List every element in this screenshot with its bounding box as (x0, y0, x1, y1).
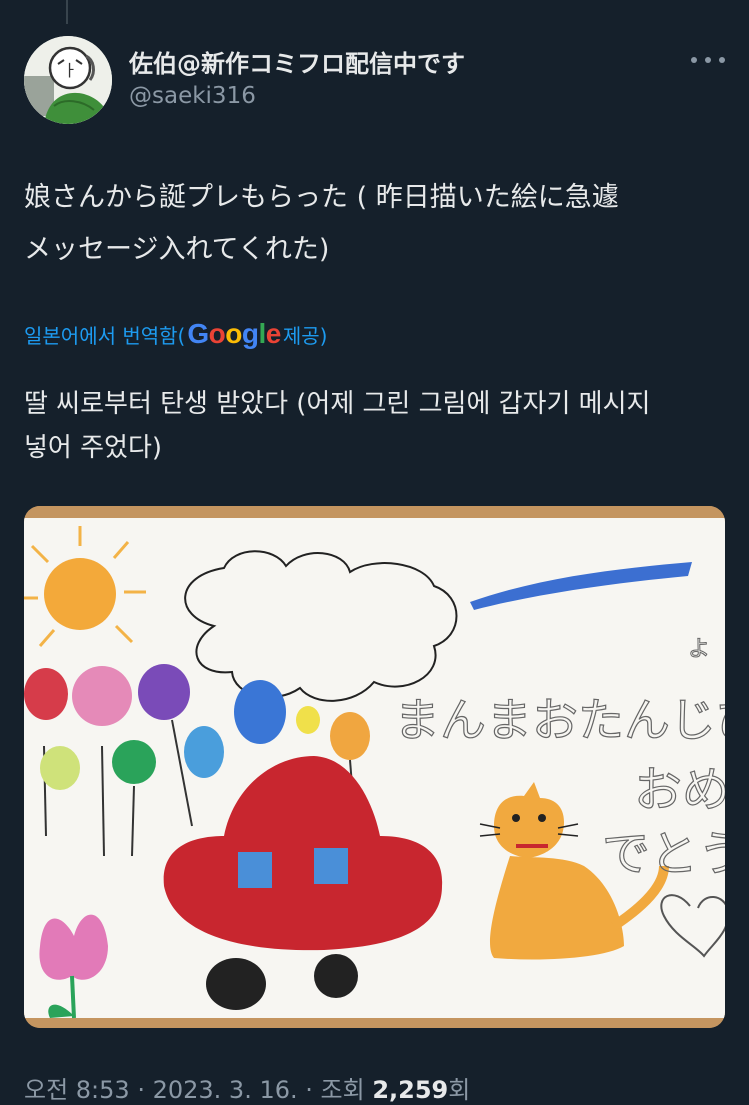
svg-text:ㅏ: ㅏ (63, 61, 78, 80)
tweet-photo[interactable]: まんまおたんじび おめ でとう よ (24, 506, 725, 1028)
tweet-header: ㅏ 佐伯@新作コミフロ配信中です @saeki316 (24, 36, 725, 126)
google-logo: Google (187, 318, 281, 349)
avatar[interactable]: ㅏ (24, 36, 112, 124)
tweet-text-line-2: メッセージ入れてくれた) (24, 234, 330, 265)
tweet-date[interactable]: 2023. 3. 16. (153, 1076, 298, 1104)
svg-text:まんまおたんじび: まんまおたんじび (394, 693, 725, 747)
svg-text:でとう: でとう (602, 826, 725, 882)
views-unit: 회 (448, 1076, 471, 1104)
views-count: 2,259 (372, 1076, 449, 1104)
display-name[interactable]: 佐伯@新作コミフロ配信中です (129, 44, 465, 79)
svg-text:おめ: おめ (634, 762, 725, 818)
translated-text-line-1: 딸 씨로부터 탄생 받았다 (어제 그린 그림에 갑자기 메시지 (24, 389, 651, 419)
thread-connector-line (66, 0, 68, 24)
translation-attribution-link[interactable]: 일본어에서 번역함( Google 제공) (24, 318, 327, 350)
tweet-time[interactable]: 오전 8:53 (24, 1076, 130, 1104)
translated-text: 딸 씨로부터 탄생 받았다 (어제 그린 그림에 갑자기 메시지 넣어 주었다) (24, 382, 714, 470)
tweet-meta: 오전 8:53 · 2023. 3. 16. · 조회 2,259회 (24, 1076, 471, 1104)
svg-text:よ: よ (688, 637, 710, 662)
views-label: 조회 (320, 1076, 365, 1104)
translated-text-line-2: 넣어 주었다) (24, 433, 163, 463)
user-handle[interactable]: @saeki316 (129, 83, 256, 109)
more-dots-icon[interactable] (691, 50, 725, 70)
translation-prefix: 일본어에서 번역함( (24, 323, 186, 348)
tweet-text-line-1: 娘さんから誕プレもらった ( 昨日描いた絵に急遽 (24, 182, 619, 213)
avatar-illustration: ㅏ (24, 36, 112, 124)
child-drawing-image: まんまおたんじび おめ でとう よ (24, 506, 725, 1028)
tweet-text: 娘さんから誕プレもらった ( 昨日描いた絵に急遽 メッセージ入れてくれた) (24, 172, 714, 276)
translation-suffix: 제공) (282, 323, 328, 348)
